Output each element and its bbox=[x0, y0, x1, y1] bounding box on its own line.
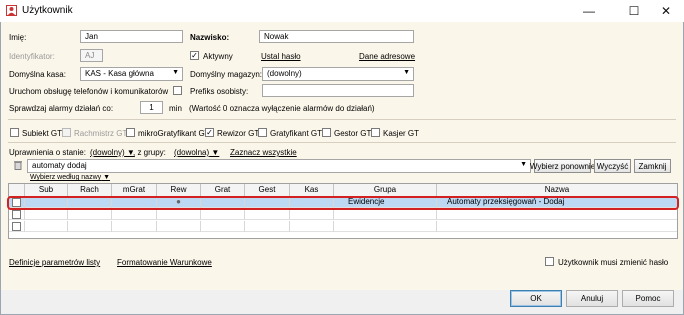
kasa-label: Domyślna kasa: bbox=[9, 70, 66, 79]
cell[interactable] bbox=[25, 209, 68, 220]
musi-zmienic-checkbox[interactable] bbox=[545, 257, 554, 266]
cell[interactable] bbox=[201, 221, 245, 232]
alarmy-input[interactable]: 1 bbox=[140, 101, 163, 114]
anuluj-button[interactable]: Anuluj bbox=[566, 290, 618, 307]
module-label: mikroGratyfikant GT bbox=[138, 129, 210, 138]
dane-adresowe-link[interactable]: Dane adresowe bbox=[359, 52, 415, 61]
cell[interactable] bbox=[157, 221, 201, 232]
pomoc-button[interactable]: Pomoc bbox=[622, 290, 674, 307]
musi-zmienic-label: Użytkownik musi zmienić hasło bbox=[558, 258, 669, 267]
nazwisko-label: Nazwisko: bbox=[190, 33, 230, 42]
nazwisko-input[interactable]: Nowak bbox=[259, 30, 414, 43]
magazyn-label: Domyślny magazyn: bbox=[190, 70, 263, 79]
cell[interactable] bbox=[334, 209, 437, 220]
row-checkbox[interactable] bbox=[12, 210, 21, 219]
ok-button[interactable]: OK bbox=[510, 290, 562, 307]
user-icon bbox=[6, 5, 17, 16]
prefiks-label: Prefiks osobisty: bbox=[190, 87, 249, 96]
formatowanie-link[interactable]: Formatowanie Warunkowe bbox=[117, 258, 212, 267]
imie-label: Imię: bbox=[9, 33, 27, 42]
wybierz-ponownie-button[interactable]: Wybierz ponownie bbox=[530, 159, 595, 173]
table-row[interactable] bbox=[9, 221, 677, 232]
maximize-button[interactable]: ☐ bbox=[618, 0, 650, 22]
cell[interactable] bbox=[334, 221, 437, 232]
kasa-select[interactable]: KAS - Kasa główna ▼ bbox=[80, 67, 183, 81]
search-input[interactable]: automaty dodaj ▼ bbox=[27, 159, 531, 173]
close-button[interactable]: ✕ bbox=[650, 0, 682, 22]
cell[interactable] bbox=[68, 209, 112, 220]
cell[interactable] bbox=[201, 209, 245, 220]
aktywny-label: Aktywny bbox=[203, 52, 233, 61]
cell[interactable] bbox=[112, 209, 157, 220]
cell[interactable] bbox=[290, 209, 334, 220]
ustal-haslo-link[interactable]: Ustal hasło bbox=[261, 52, 301, 61]
magazyn-value: (dowolny) bbox=[267, 69, 302, 78]
definicje-link[interactable]: Definicje parametrów listy bbox=[9, 258, 100, 267]
module-checkbox[interactable] bbox=[10, 128, 19, 137]
module-label: Rachmistrz GT bbox=[74, 129, 128, 138]
stan-filter-link[interactable]: (dowolny) ▼ bbox=[90, 148, 135, 157]
row-check-cell[interactable] bbox=[9, 209, 25, 220]
row-checkbox[interactable] bbox=[12, 222, 21, 231]
cell[interactable] bbox=[437, 209, 677, 220]
separator bbox=[8, 119, 676, 120]
magazyn-select[interactable]: (dowolny) ▼ bbox=[262, 67, 414, 81]
module-checkbox[interactable] bbox=[371, 128, 380, 137]
module-label: Gratyfikant GT bbox=[270, 129, 323, 138]
selected-row-highlight bbox=[7, 196, 679, 210]
cell[interactable] bbox=[245, 221, 290, 232]
identyfikator-label: Identyfikator: bbox=[9, 52, 55, 61]
cell[interactable] bbox=[245, 209, 290, 220]
window-title: Użytkownik bbox=[22, 5, 73, 16]
alarmy-unit: min bbox=[169, 104, 182, 113]
module-label: Kasjer GT bbox=[383, 129, 420, 138]
cell[interactable] bbox=[112, 221, 157, 232]
module-checkbox[interactable]: ✓ bbox=[205, 128, 214, 137]
trash-icon[interactable] bbox=[13, 160, 23, 170]
prefiks-input[interactable] bbox=[262, 84, 414, 97]
alarmy-note: (Wartość 0 oznacza wyłączenie alarmów do… bbox=[189, 104, 375, 113]
cell[interactable] bbox=[25, 221, 68, 232]
cell[interactable] bbox=[68, 221, 112, 232]
aktywny-checkbox[interactable]: ✓ bbox=[190, 51, 199, 60]
grupa-label: , z grupy: bbox=[133, 148, 166, 157]
wyczysc-button[interactable]: Wyczyść bbox=[594, 159, 631, 173]
alarmy-label: Sprawdzaj alarmy działań co: bbox=[9, 104, 114, 113]
permissions-grid: Sub Rach mGrat Rew Grat Gest Kas Grupa N… bbox=[8, 183, 678, 239]
telefony-label: Uruchom obsługę telefonów i komunikatoró… bbox=[9, 87, 169, 96]
telefony-checkbox[interactable] bbox=[173, 86, 182, 95]
module-label: Subiekt GT bbox=[22, 129, 63, 138]
kasa-value: KAS - Kasa główna bbox=[85, 69, 154, 78]
module-checkbox[interactable] bbox=[126, 128, 135, 137]
identyfikator-input[interactable]: AJ bbox=[80, 49, 103, 62]
chevron-down-icon: ▼ bbox=[403, 69, 410, 76]
module-checkbox[interactable] bbox=[322, 128, 331, 137]
grupa-filter-link[interactable]: (dowolna) ▼ bbox=[174, 148, 219, 157]
minimize-button[interactable]: — bbox=[573, 0, 605, 22]
row-check-cell[interactable] bbox=[9, 221, 25, 232]
module-checkbox[interactable] bbox=[62, 128, 71, 137]
chevron-down-icon: ▼ bbox=[520, 161, 527, 168]
table-row[interactable] bbox=[9, 209, 677, 220]
module-label: Gestor GT bbox=[334, 129, 372, 138]
title-bar: Użytkownik — ☐ ✕ bbox=[0, 0, 684, 22]
search-value: automaty dodaj bbox=[32, 161, 87, 170]
cell[interactable] bbox=[437, 221, 677, 232]
imie-input[interactable]: Jan bbox=[80, 30, 183, 43]
module-checkbox[interactable] bbox=[258, 128, 267, 137]
cell[interactable] bbox=[157, 209, 201, 220]
cell[interactable] bbox=[290, 221, 334, 232]
chevron-down-icon: ▼ bbox=[172, 69, 179, 76]
wybierz-wg-nazwy-link[interactable]: Wybierz według nazwy ▼ bbox=[30, 174, 110, 181]
zaznacz-wszystkie-link[interactable]: Zaznacz wszystkie bbox=[230, 148, 297, 157]
module-label: Rewizor GT bbox=[217, 129, 260, 138]
zamknij-button[interactable]: Zamknij bbox=[634, 159, 671, 173]
stan-label: Uprawnienia o stanie: bbox=[9, 148, 86, 157]
separator bbox=[8, 142, 676, 143]
